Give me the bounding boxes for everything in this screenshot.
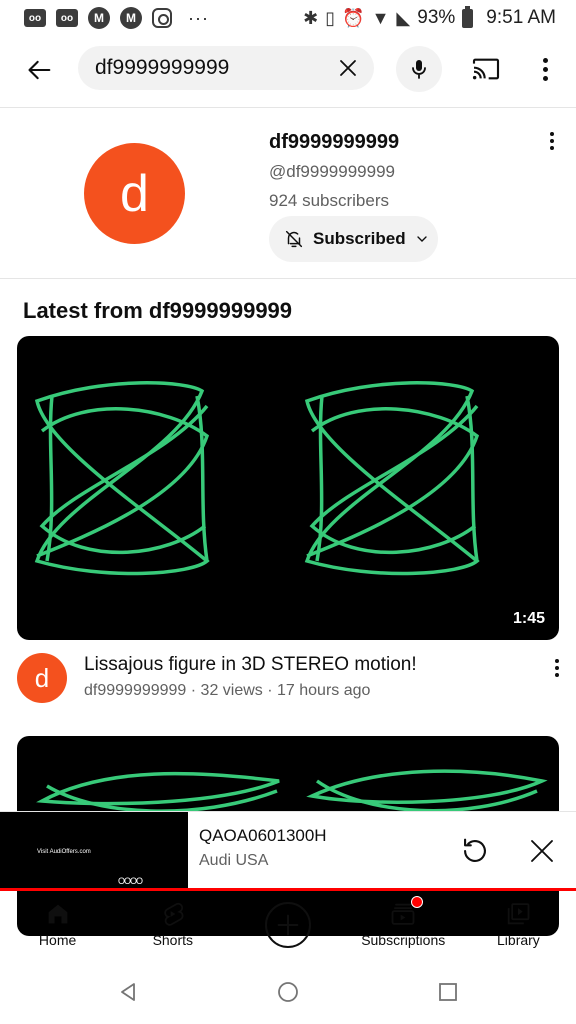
more-notifications-icon: ··· xyxy=(188,7,209,28)
status-system: ✱ ▯ ⏰ ▼ ◣ 93% 9:51 AM xyxy=(303,5,556,29)
video-thumbnail[interactable]: 1:45 xyxy=(17,336,559,640)
notification-dot xyxy=(411,896,424,908)
chevron-down-icon xyxy=(416,236,427,242)
mini-player[interactable]: Visit AudiOffers.com OOOO QAOA0601300H A… xyxy=(0,811,576,891)
video-title[interactable]: Lissajous figure in 3D STEREO motion! xyxy=(84,654,417,676)
library-icon xyxy=(508,903,530,925)
shorts-icon xyxy=(164,902,184,926)
video-channel-avatar[interactable]: d xyxy=(17,653,67,703)
home-circle-icon[interactable] xyxy=(276,980,300,1004)
nav-create[interactable] xyxy=(230,890,345,960)
cast-icon xyxy=(472,58,500,80)
plus-icon xyxy=(277,914,299,936)
nav-subscriptions[interactable]: Subscriptions xyxy=(346,890,461,960)
microphone-icon xyxy=(412,60,426,79)
channel-card[interactable]: d df9999999999 @df9999999999 924 subscri… xyxy=(0,109,576,279)
close-icon xyxy=(531,840,553,862)
voicemail-icon: oo xyxy=(56,9,78,27)
instagram-icon xyxy=(152,8,172,28)
nav-subscriptions-label: Subscriptions xyxy=(361,932,446,948)
voice-search-button[interactable] xyxy=(396,46,442,92)
vibrate-icon: ▯ xyxy=(325,7,336,28)
video-more-button[interactable] xyxy=(546,656,568,680)
search-query: df9999999999 xyxy=(95,56,230,79)
close-icon xyxy=(340,60,356,76)
close-mini-player-button[interactable] xyxy=(527,836,557,866)
battery-percent: 93% xyxy=(417,7,456,28)
home-icon xyxy=(48,904,67,924)
subscribed-button[interactable]: Subscribed xyxy=(269,216,438,262)
video-info-row[interactable]: d Lissajous figure in 3D STEREO motion! … xyxy=(0,650,576,710)
replay-button[interactable] xyxy=(458,834,492,868)
gmail-icon: M xyxy=(120,7,142,29)
search-input[interactable]: df9999999999 xyxy=(78,46,374,90)
no-signal-icon: ◣ xyxy=(396,7,411,28)
back-arrow-icon xyxy=(28,60,51,80)
alarm-icon: ⏰ xyxy=(342,7,365,28)
clock: 9:51 AM xyxy=(486,7,556,28)
create-icon xyxy=(265,902,311,948)
bell-off-icon xyxy=(285,230,303,248)
nav-shorts-label: Shorts xyxy=(152,932,194,948)
status-notifications: oo oo M M ··· xyxy=(24,7,209,29)
mini-player-channel: Audi USA xyxy=(199,852,269,869)
channel-name: df9999999999 xyxy=(269,131,400,153)
ad-text: Visit AudiOffers.com xyxy=(37,849,91,855)
back-button[interactable] xyxy=(22,52,58,88)
lissajous-image xyxy=(34,381,480,576)
bluetooth-icon: ✱ xyxy=(303,7,319,28)
bottom-navigation: Home Shorts Subscriptions Library xyxy=(0,890,576,960)
subscriber-count: 924 subscribers xyxy=(269,191,390,210)
clear-search-button[interactable] xyxy=(336,56,360,80)
channel-avatar[interactable]: d xyxy=(84,143,185,244)
section-title: Latest from df9999999999 xyxy=(23,298,293,323)
cast-button[interactable] xyxy=(470,53,502,85)
status-bar: oo oo M M ··· ✱ ▯ ⏰ ▼ ◣ 93% 9:51 AM xyxy=(0,0,576,36)
nav-library[interactable]: Library xyxy=(461,890,576,960)
video-duration: 1:45 xyxy=(506,606,551,632)
mini-player-thumbnail[interactable]: Visit AudiOffers.com OOOO xyxy=(0,812,188,888)
more-options-button[interactable] xyxy=(532,54,558,84)
nav-home-label: Home xyxy=(38,932,77,948)
battery-icon xyxy=(462,5,474,28)
video-meta: df9999999999 · 32 views · 17 hours ago xyxy=(84,682,371,699)
nav-library-label: Library xyxy=(497,932,540,948)
system-navigation xyxy=(0,960,576,1024)
nav-home[interactable]: Home xyxy=(0,890,115,960)
audi-logo: OOOO xyxy=(118,876,143,886)
mini-player-title: QAOA0601300H xyxy=(199,826,327,845)
subscribed-label: Subscribed xyxy=(313,229,406,248)
search-header: df9999999999 xyxy=(0,36,576,108)
nav-shorts[interactable]: Shorts xyxy=(115,890,230,960)
more-icon xyxy=(542,57,548,63)
gmail-icon: M xyxy=(88,7,110,29)
recents-square-icon[interactable] xyxy=(436,980,460,1004)
channel-handle: @df9999999999 xyxy=(269,162,395,181)
wifi-icon: ▼ xyxy=(371,7,390,28)
channel-more-button[interactable] xyxy=(540,129,564,153)
back-triangle-icon[interactable] xyxy=(116,980,140,1004)
voicemail-icon: oo xyxy=(24,9,46,27)
replay-icon xyxy=(464,838,486,862)
